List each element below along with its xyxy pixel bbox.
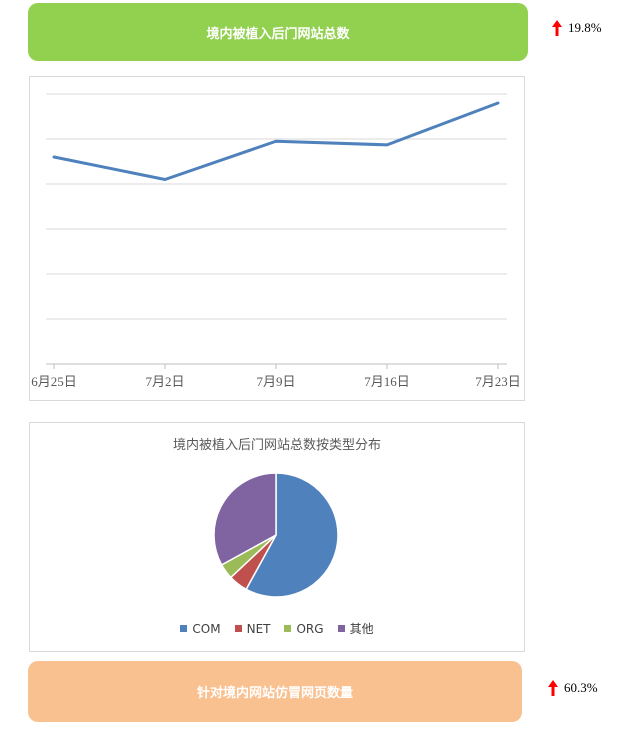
arrow-up-icon xyxy=(548,680,558,696)
legend-label: NET xyxy=(246,621,271,636)
top-banner-title: 境内被植入后门网站总数 xyxy=(206,26,350,42)
legend-label: ORG xyxy=(296,621,324,636)
line-series xyxy=(52,101,500,181)
legend-label: COM xyxy=(192,621,221,636)
pie-chart-panel: 境内被植入后门网站总数按类型分布 COM NET ORG 其他 xyxy=(29,422,525,652)
legend-item: COM xyxy=(180,620,221,637)
legend-label: 其他 xyxy=(349,622,374,636)
x-tick-label: 6月25日 xyxy=(31,374,77,389)
x-tick-label: 7月2日 xyxy=(145,374,184,389)
legend-item: ORG xyxy=(284,620,324,637)
legend-swatch xyxy=(337,625,345,632)
bottom-banner-title: 针对境内网站仿冒网页数量 xyxy=(196,686,353,701)
legend-swatch xyxy=(180,625,188,632)
top-banner: 境内被植入后门网站总数 xyxy=(28,3,528,61)
bottom-banner: 针对境内网站仿冒网页数量 xyxy=(28,661,522,722)
arrow-up-icon xyxy=(552,20,562,36)
legend-swatch xyxy=(234,625,242,632)
x-tick-label: 7月9日 xyxy=(256,374,295,389)
top-change-value: 19.8% xyxy=(568,20,602,35)
line-chart: 6月25日 7月2日 7月9日 7月16日 7月23日 xyxy=(31,93,521,389)
x-tick-label: 7月16日 xyxy=(364,374,410,389)
x-tick-label: 7月23日 xyxy=(475,374,521,389)
bottom-change-indicator: 60.3% xyxy=(548,680,598,696)
legend-item: 其他 xyxy=(337,620,374,637)
legend-item: NET xyxy=(234,620,271,637)
top-change-indicator: 19.8% xyxy=(552,20,602,36)
pie-chart xyxy=(213,472,339,598)
legend-swatch xyxy=(284,625,292,632)
pie-legend: COM NET ORG 其他 xyxy=(30,620,524,637)
bottom-change-value: 60.3% xyxy=(564,680,598,695)
line-chart-panel: 6月25日 7月2日 7月9日 7月16日 7月23日 xyxy=(29,76,525,401)
